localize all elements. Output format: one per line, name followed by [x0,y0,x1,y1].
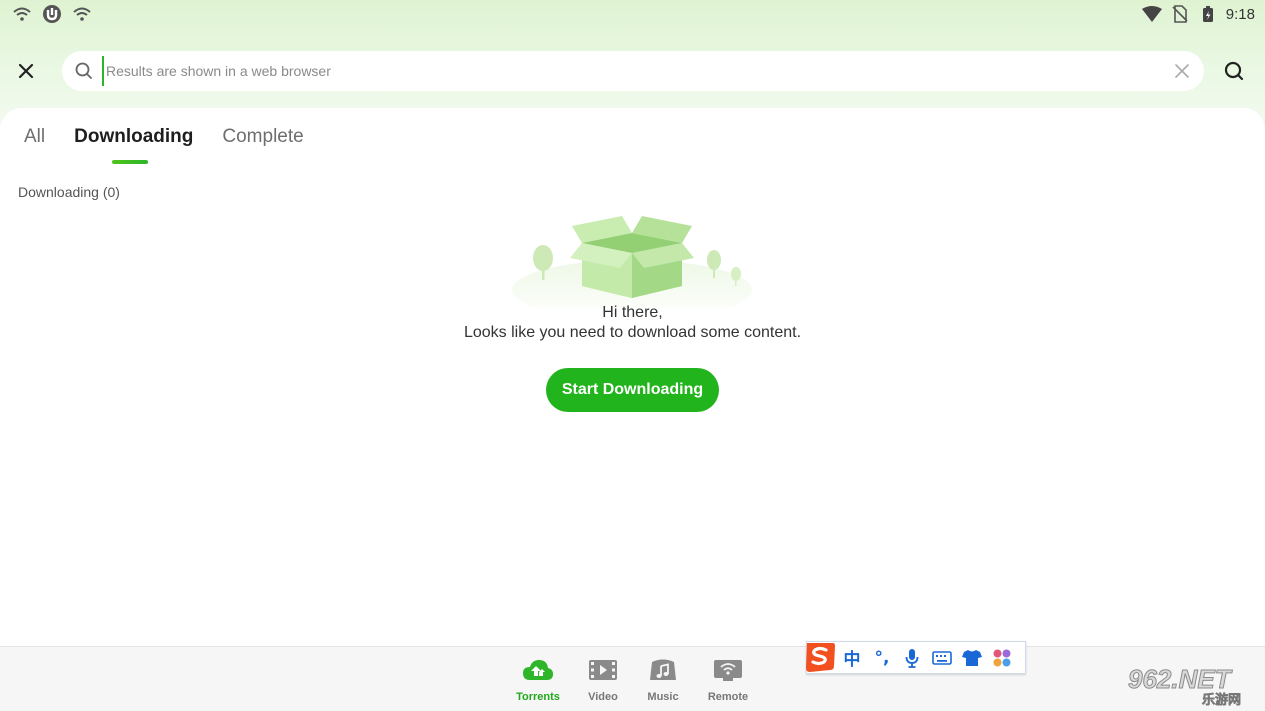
search-bar [62,51,1204,91]
nav-video-label: Video [588,691,618,703]
shirt-icon[interactable] [957,643,987,673]
apps-grid-icon[interactable] [987,643,1017,673]
battery-icon [1198,4,1218,24]
ime-punctuation[interactable]: °, [867,643,897,673]
nav-torrents[interactable]: Torrents [506,657,570,703]
open-box-icon [512,216,752,308]
downloading-count: Downloading (0) [18,184,120,200]
status-bar: 9:18 [0,0,1265,30]
bottom-navigation: Torrents Video Music Remote [0,646,1265,711]
nav-video[interactable]: Video [571,657,635,703]
wifi-icon [72,4,92,24]
remote-wifi-icon [714,660,742,681]
sogou-s-icon[interactable] [803,640,837,674]
utorrent-icon [42,4,62,24]
keyboard-icon[interactable] [927,643,957,673]
svg-text:962.NET: 962.NET [1128,664,1233,694]
nav-music-label: Music [647,691,679,703]
svg-text:乐游网: 乐游网 [1202,692,1241,708]
microphone-icon[interactable] [897,643,927,673]
cloud-upload-icon [523,660,553,680]
ime-chinese-mode[interactable]: 中 [837,643,867,673]
search-icon [1224,61,1244,81]
active-tab-indicator [112,160,148,164]
wifi-icon [12,4,32,24]
tab-complete[interactable]: Complete [222,126,303,148]
tab-bar: All Downloading Complete [24,126,333,148]
empty-state-greeting: Hi there, [602,304,663,321]
nav-remote-label: Remote [707,691,749,703]
close-icon [18,63,34,79]
tab-downloading[interactable]: Downloading [74,126,193,148]
tab-all[interactable]: All [24,126,45,148]
no-sim-icon [1170,4,1190,24]
watermark-logo: 962.NET 乐游网 [1128,664,1242,708]
search-icon [74,61,94,81]
close-button[interactable] [14,59,38,83]
nav-torrents-label: Torrents [516,691,560,703]
clear-icon [1175,64,1189,78]
status-time: 9:18 [1225,5,1255,23]
film-icon [589,660,617,680]
clear-search-button[interactable] [1172,61,1192,81]
start-downloading-button[interactable]: Start Downloading [546,368,719,412]
music-note-icon [650,659,676,680]
search-button[interactable] [1223,60,1245,82]
wifi-signal-icon [1141,4,1162,24]
ime-toolbar: 中 °, [806,641,1026,674]
downloads-panel: All Downloading Complete Downloading (0) [0,108,1265,646]
search-input[interactable] [102,56,1142,86]
nav-music[interactable]: Music [631,657,695,703]
empty-state-message: Looks like you need to download some con… [463,324,802,341]
nav-remote[interactable]: Remote [696,657,760,703]
